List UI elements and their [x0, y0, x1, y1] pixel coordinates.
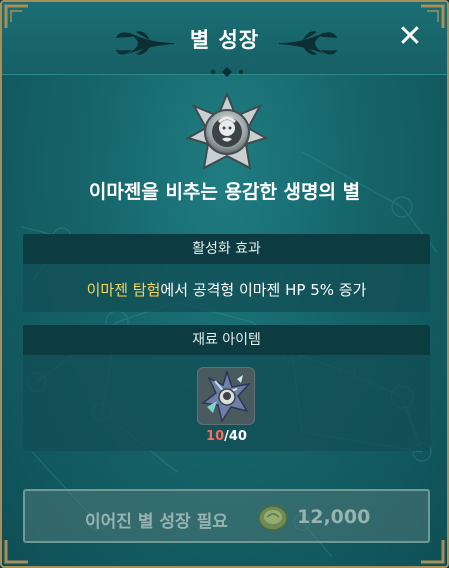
coin-icon — [258, 505, 288, 531]
material-items-panel: 재료 아이템 10/40 — [23, 325, 430, 451]
growth-cost: 12,000 — [297, 506, 371, 528]
effect-description: 에서 공격형 이마젠 HP 5% 증가 — [160, 281, 367, 299]
activation-effect-text: 이마젠 탐험에서 공격형 이마젠 HP 5% 증가 — [23, 264, 430, 300]
material-required-count: /40 — [224, 429, 247, 444]
activation-effect-panel: 활성화 효과 이마젠 탐험에서 공격형 이마젠 HP 5% 증가 — [23, 234, 430, 312]
dialog-title: 별 성장 — [189, 28, 260, 52]
material-item-slot[interactable] — [197, 367, 255, 425]
material-items-header: 재료 아이템 — [23, 325, 430, 355]
corner-ornament-icon — [4, 4, 28, 28]
material-owned-count: 10 — [206, 429, 225, 444]
star-growth-button[interactable]: 이어진 별 성장 필요 12,000 — [23, 489, 430, 543]
material-count: 10/40 — [23, 429, 430, 444]
star-growth-button-label: 이어진 별 성장 필요 — [85, 512, 228, 532]
star-growth-dialog: 별 성장 ✕ 이마젠을 비추는 용감한 생명의 별 활성화 효과 이마젠 탐험에… — [0, 0, 449, 568]
imagen-star-emblem-icon — [186, 92, 268, 170]
corner-ornament-icon — [421, 4, 445, 28]
header-divider-ornament-icon — [211, 67, 243, 77]
star-material-icon — [201, 369, 252, 423]
dialog-header: 별 성장 ✕ — [2, 2, 447, 75]
effect-content-highlight: 이마젠 탐험 — [86, 281, 161, 299]
star-name: 이마젠을 비추는 용감한 생명의 별 — [88, 181, 361, 203]
activation-effect-header: 활성화 효과 — [23, 234, 430, 264]
